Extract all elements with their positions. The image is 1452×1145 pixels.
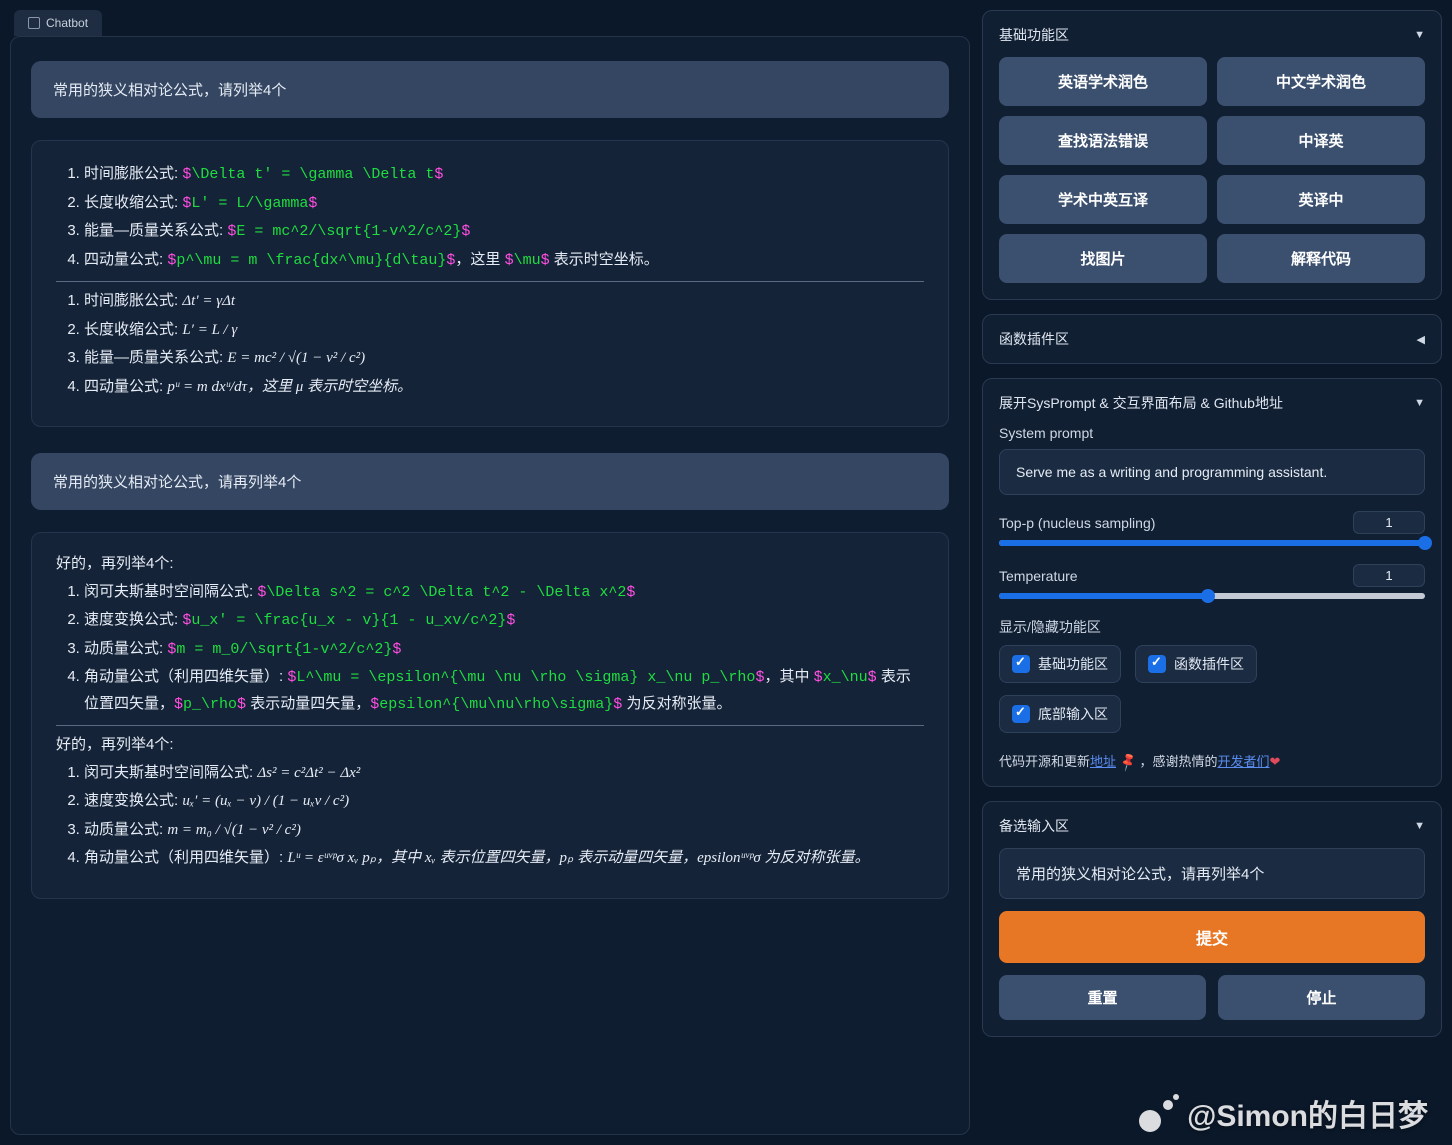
chat-tab-label: Chatbot [46,16,88,30]
panel-title: 展开SysPrompt & 交互界面布局 & Github地址 [999,393,1283,413]
alt-input-field[interactable]: 常用的狭义相对论公式，请再列举4个 [999,848,1425,899]
basic-function-panel: 基础功能区 ▼ 英语学术润色 中文学术润色 查找语法错误 中译英 学术中英互译 … [982,10,1442,300]
formula-math: Δt′ = γΔt [182,293,235,309]
weibo-icon [1137,1094,1179,1132]
formula-label: 角动量公式（利用四维矢量）: [84,849,283,866]
reset-button[interactable]: 重置 [999,975,1206,1020]
devs-link[interactable]: 开发者们 [1217,754,1269,769]
top-p-label: Top-p (nucleus sampling) [999,515,1155,531]
chevron-down-icon: ▼ [1414,397,1425,409]
toggle-label: 基础功能区 [1038,654,1108,674]
chat-icon [28,17,40,29]
top-p-slider[interactable] [999,540,1425,546]
temperature-label: Temperature [999,568,1078,584]
temperature-value[interactable]: 1 [1353,564,1425,587]
panel-header[interactable]: 基础功能区 ▼ [999,23,1425,47]
toggle-label: 底部输入区 [1038,704,1108,724]
grammar-check-button[interactable]: 查找语法错误 [999,116,1207,165]
formula-label: 角动量公式（利用四维矢量）: [84,668,283,685]
repo-link[interactable]: 地址 [1090,754,1116,769]
checkbox-icon [1012,655,1030,673]
formula-label: 能量—质量关系公式: [84,222,223,239]
formula-math: Lᵘ = εᵘᵛᵖσ xᵥ pₚ，其中 xᵥ 表示位置四矢量，pₚ 表示动量四矢… [287,850,869,866]
toggle-basic-area[interactable]: 基础功能区 [999,645,1121,683]
chevron-down-icon: ▼ [1414,29,1425,41]
heart-icon: ❤ [1270,754,1281,769]
formula-label: 动质量公式: [84,821,163,838]
formula-math: m = m₀ / √(1 − v² / c²) [167,822,301,838]
toggle-label: 函数插件区 [1174,654,1244,674]
assistant-intro: 好的，再列举4个: [56,732,924,758]
formula-label: 速度变换公式: [84,611,178,628]
formula-math: pᵘ = m dxᵘ/dτ，这里 μ 表示时空坐标。 [167,379,412,395]
checkbox-icon [1012,705,1030,723]
formula-label: 闵可夫斯基时空间隔公式: [84,583,253,600]
submit-button[interactable]: 提交 [999,911,1425,963]
alt-input-panel: 备选输入区 ▼ 常用的狭义相对论公式，请再列举4个 提交 重置 停止 [982,801,1442,1037]
settings-panel: 展开SysPrompt & 交互界面布局 & Github地址 ▼ System… [982,378,1442,787]
zh-to-en-button[interactable]: 中译英 [1217,116,1425,165]
toggle-section-label: 显示/隐藏功能区 [999,617,1425,637]
english-polish-button[interactable]: 英语学术润色 [999,57,1207,106]
panel-header[interactable]: 展开SysPrompt & 交互界面布局 & Github地址 ▼ [999,391,1425,415]
chat-tab[interactable]: Chatbot [14,10,102,36]
top-p-value[interactable]: 1 [1353,511,1425,534]
watermark-text: @Simon的白日梦 [1187,1091,1428,1135]
temperature-slider[interactable] [999,593,1425,599]
toggle-plugin-area[interactable]: 函数插件区 [1135,645,1257,683]
panel-header[interactable]: 函数插件区 ◀ [999,327,1425,351]
assistant-message: 好的，再列举4个: 闵可夫斯基时空间隔公式: $\Delta s^2 = c^2… [31,532,949,899]
formula-label: 长度收缩公式: [84,321,178,338]
user-message-text: 常用的狭义相对论公式，请列举4个 [53,82,286,99]
user-message: 常用的狭义相对论公式，请再列举4个 [31,453,949,510]
pin-icon: 📌 [1117,751,1139,773]
user-message-text: 常用的狭义相对论公式，请再列举4个 [53,474,301,491]
formula-math: L′ = L / γ [182,322,237,338]
formula-math: Δs² = c²Δt² − Δx² [257,765,360,781]
formula-label: 长度收缩公式: [84,194,178,211]
find-image-button[interactable]: 找图片 [999,234,1207,283]
footer-note: 代码开源和更新地址 📌 ，感谢热情的开发者们❤ [999,751,1425,770]
system-prompt-label: System prompt [999,425,1425,441]
panel-title: 基础功能区 [999,25,1069,45]
en-to-zh-button[interactable]: 英译中 [1217,175,1425,224]
formula-label: 四动量公式: [84,378,163,395]
watermark: @Simon的白日梦 [1137,1091,1428,1135]
formula-label: 时间膨胀公式: [84,165,178,182]
formula-math: uₓ′ = (uₓ − v) / (1 − uₓv / c²) [182,793,349,809]
chevron-left-icon: ◀ [1417,333,1425,346]
formula-label: 速度变换公式: [84,792,178,809]
assistant-intro: 好的，再列举4个: [56,551,924,577]
chat-tab-bar: Chatbot [10,10,970,36]
toggle-bottom-input[interactable]: 底部输入区 [999,695,1121,733]
panel-header[interactable]: 备选输入区 ▼ [999,814,1425,838]
formula-label: 能量—质量关系公式: [84,349,223,366]
user-message: 常用的狭义相对论公式，请列举4个 [31,61,949,118]
stop-button[interactable]: 停止 [1218,975,1425,1020]
plugin-panel: 函数插件区 ◀ [982,314,1442,364]
panel-title: 函数插件区 [999,329,1069,349]
academic-translate-button[interactable]: 学术中英互译 [999,175,1207,224]
formula-label: 闵可夫斯基时空间隔公式: [84,764,253,781]
checkbox-icon [1148,655,1166,673]
formula-label: 四动量公式: [84,251,163,268]
formula-label: 动质量公式: [84,640,163,657]
formula-math: E = mc² / √(1 − v² / c²) [227,350,365,366]
chevron-down-icon: ▼ [1414,820,1425,832]
system-prompt-input[interactable]: Serve me as a writing and programming as… [999,449,1425,495]
formula-label: 时间膨胀公式: [84,292,178,309]
chinese-polish-button[interactable]: 中文学术润色 [1217,57,1425,106]
panel-title: 备选输入区 [999,816,1069,836]
assistant-message: 时间膨胀公式: $\Delta t' = \gamma \Delta t$ 长度… [31,140,949,427]
explain-code-button[interactable]: 解释代码 [1217,234,1425,283]
chat-area: 常用的狭义相对论公式，请列举4个 时间膨胀公式: $\Delta t' = \g… [10,36,970,1135]
